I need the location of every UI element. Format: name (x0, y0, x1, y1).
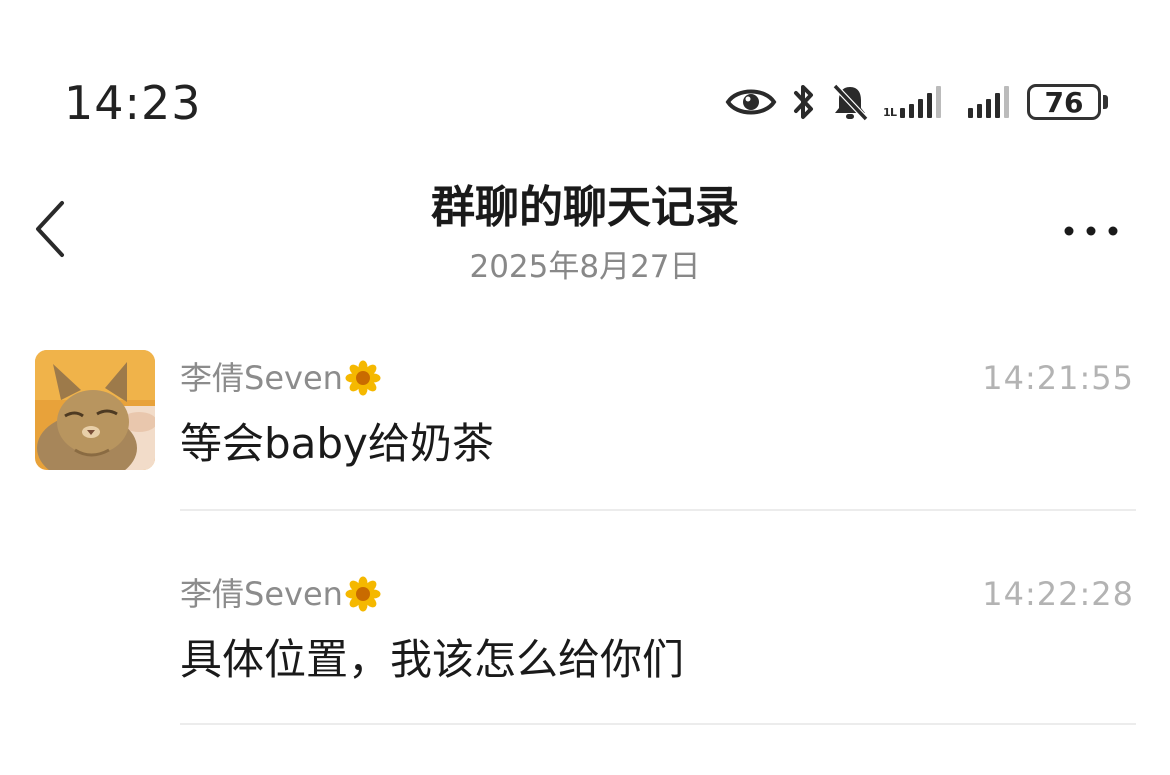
divider (180, 723, 1136, 725)
svg-text:L: L (890, 106, 897, 119)
cat-avatar (35, 350, 155, 470)
sender-name: 李倩Seven (180, 359, 343, 397)
signal-icon (967, 82, 1013, 122)
divider (180, 509, 1136, 511)
message-sender: 李倩Seven (180, 572, 381, 616)
message-time: 14:22:28 (982, 575, 1134, 613)
page-date: 2025年8月27日 (469, 249, 701, 285)
flower-icon (345, 360, 381, 396)
message-item[interactable]: 李倩Seven 14:22:28 具体位置，我该怎么给你们 (180, 572, 1134, 684)
message-text: 等会baby给奶茶 (180, 419, 494, 468)
message-time: 14:21:55 (982, 359, 1134, 397)
signal-icon: 1 L (883, 82, 953, 122)
page-title: 群聊的聊天记录 (431, 182, 739, 233)
message-sender: 李倩Seven (180, 356, 381, 400)
bluetooth-icon (791, 82, 817, 122)
status-icons: 1 L 76 (725, 80, 1108, 124)
battery-tip (1103, 95, 1108, 109)
more-button[interactable] (1056, 212, 1126, 252)
flower-icon (345, 576, 381, 612)
eye-icon (725, 85, 777, 119)
avatar[interactable] (35, 350, 155, 470)
message-text: 具体位置，我该怎么给你们 (180, 635, 685, 684)
battery-level: 76 (1027, 84, 1101, 120)
message-item[interactable]: 李倩Seven 14:21:55 等会baby给奶茶 (180, 356, 1134, 468)
sender-name: 李倩Seven (180, 575, 343, 613)
more-dots-icon (1061, 223, 1121, 242)
status-time: 14:23 (64, 76, 202, 130)
bell-off-icon (831, 82, 869, 122)
battery-icon: 76 (1027, 84, 1108, 120)
